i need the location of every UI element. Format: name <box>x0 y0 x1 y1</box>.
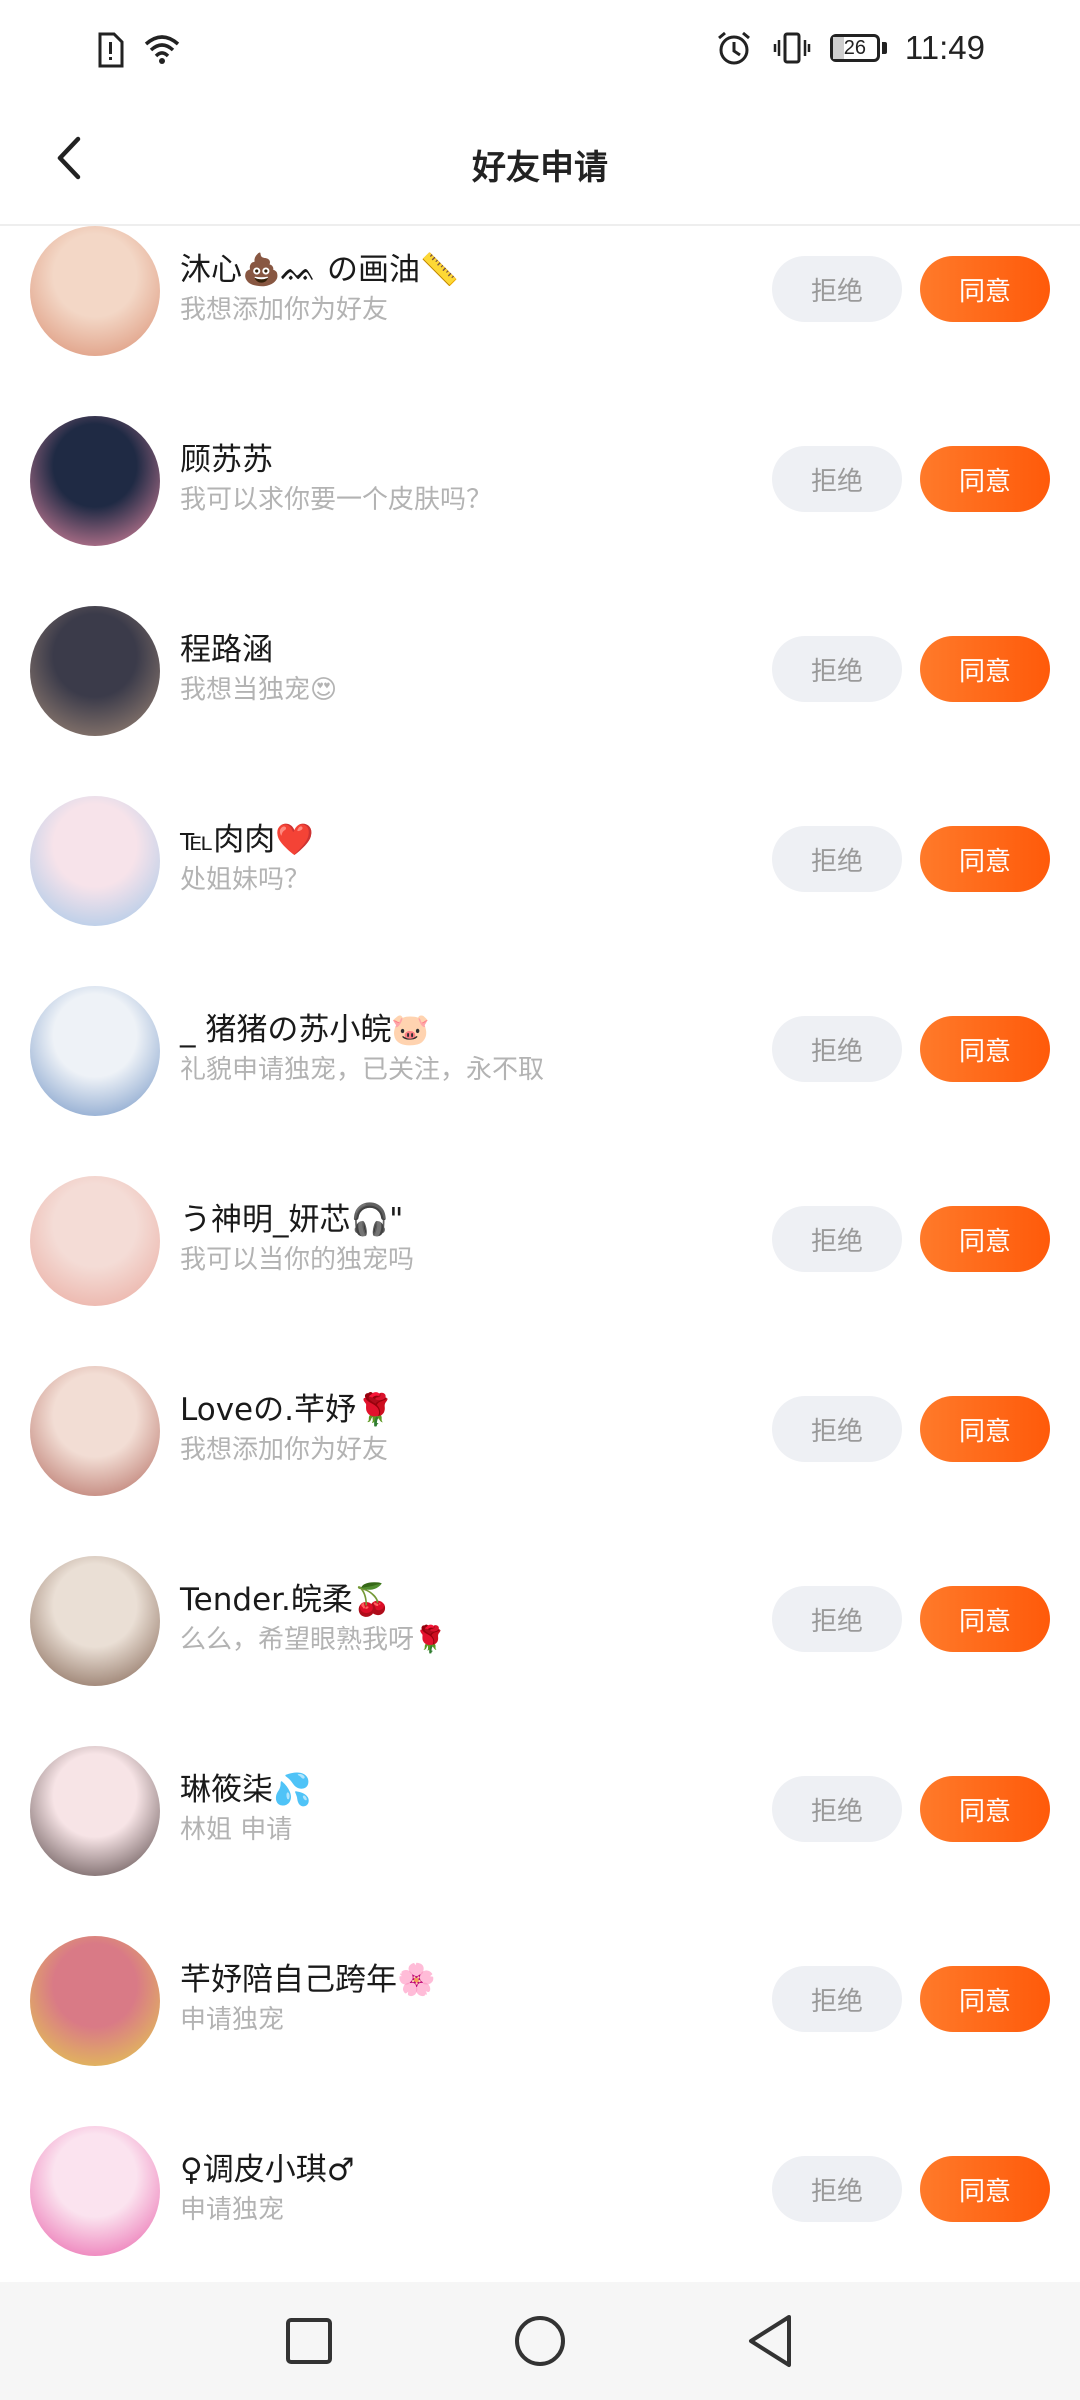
request-message: 申请独宠 <box>180 2005 285 2035</box>
alarm-icon <box>714 28 754 68</box>
accept-button[interactable]: 同意 <box>920 1776 1050 1842</box>
friend-request-row: 程路涵我想当独宠😍 拒绝 同意 <box>0 606 1080 796</box>
friend-request-row: 沐心💩ᨐ の画油📏 我想添加你为好友 拒绝 同意 <box>0 226 1080 416</box>
reject-button[interactable]: 拒绝 <box>772 1396 902 1462</box>
requester-name: 顾苏苏 <box>180 442 273 478</box>
friend-request-list[interactable]: 沐心💩ᨐ の画油📏 我想添加你为好友 拒绝 同意 顾苏苏 我可以求你要一个皮肤吗？ 拒绝 同意… <box>0 226 1080 2316</box>
accept-button[interactable]: 同意 <box>920 256 1050 322</box>
battery-body: 26 <box>829 34 880 62</box>
requester-name: _ 猪猪の苏小皖🐷 <box>180 1012 430 1048</box>
request-message: 我想当独宠😍 <box>180 675 338 705</box>
reject-button[interactable]: 拒绝 <box>772 826 902 892</box>
friend-request-row: _ 猪猪の苏小皖🐷 礼貌申请独宠，已关注，永不取 拒绝 同意 <box>0 986 1080 1176</box>
accept-button[interactable]: 同意 <box>920 636 1050 702</box>
avatar[interactable] <box>30 1556 160 1686</box>
request-message: 我可以求你要一个皮肤吗？ <box>180 485 493 515</box>
requester-name: Loveの.芊妤🌹 <box>180 1392 395 1428</box>
header: 好友申请 <box>0 100 1080 226</box>
recent-apps-button[interactable] <box>274 2306 344 2376</box>
accept-button[interactable]: 同意 <box>920 1206 1050 1272</box>
avatar[interactable] <box>30 226 160 356</box>
request-message: 礼貌申请独宠，已关注，永不取 <box>180 1055 545 1085</box>
friend-request-row: う神明_妍芯🎧" 我可以当你的独宠吗 拒绝 同意 <box>0 1176 1080 1366</box>
sim-alert-icon <box>90 30 130 70</box>
avatar[interactable] <box>30 1746 160 1876</box>
request-message: 申请独宠 <box>180 2195 285 2225</box>
accept-button[interactable]: 同意 <box>920 2156 1050 2222</box>
status-icons-right: 26 11:49 <box>714 28 985 68</box>
avatar[interactable] <box>30 1366 160 1496</box>
requester-name: う神明_妍芯🎧" <box>180 1202 404 1238</box>
avatar[interactable] <box>30 606 160 736</box>
friend-request-row: 琳筱柒💦 林姐 申请 拒绝 同意 <box>0 1746 1080 1936</box>
clock: 11:49 <box>904 29 985 66</box>
home-icon <box>515 2316 565 2366</box>
reject-button[interactable]: 拒绝 <box>772 1966 902 2032</box>
accept-button[interactable]: 同意 <box>920 826 1050 892</box>
battery-icon: 26 <box>829 34 887 62</box>
accept-button[interactable]: 同意 <box>920 1966 1050 2032</box>
reject-button[interactable]: 拒绝 <box>772 1586 902 1652</box>
system-nav-bar <box>0 2282 1080 2400</box>
avatar[interactable] <box>30 1936 160 2066</box>
friend-request-row: 芊妤陪自己跨年🌸 申请独宠 拒绝 同意 <box>0 1936 1080 2126</box>
back-icon <box>749 2315 791 2367</box>
request-message: 我可以当你的独宠吗 <box>180 1245 415 1275</box>
requester-name: 琳筱柒💦 <box>180 1772 312 1808</box>
avatar[interactable] <box>30 416 160 546</box>
home-button[interactable] <box>505 2306 575 2376</box>
wifi-icon <box>142 30 182 70</box>
vibrate-icon <box>772 28 812 68</box>
page-title: 好友申请 <box>472 148 608 188</box>
friend-request-row: ℡肉肉❤️ 处姐妹吗？ 拒绝 同意 <box>0 796 1080 986</box>
avatar[interactable] <box>30 796 160 926</box>
avatar[interactable] <box>30 986 160 1116</box>
friend-request-row: Loveの.芊妤🌹 我想添加你为好友 拒绝 同意 <box>0 1366 1080 1556</box>
status-icons-left <box>90 30 182 70</box>
battery-level: 26 <box>843 36 866 59</box>
requester-name: 沐心💩ᨐ の画油📏 <box>180 252 459 288</box>
request-message: 么么，希望眼熟我呀🌹 <box>180 1625 447 1655</box>
friend-request-row: Tender.皖柔🍒 么么，希望眼熟我呀🌹 拒绝 同意 <box>0 1556 1080 1746</box>
accept-button[interactable]: 同意 <box>920 1396 1050 1462</box>
accept-button[interactable]: 同意 <box>920 1016 1050 1082</box>
friend-request-row: 顾苏苏我可以求你要一个皮肤吗？ 拒绝 同意 <box>0 416 1080 606</box>
reject-button[interactable]: 拒绝 <box>772 1016 902 1082</box>
requester-name: ℡肉肉❤️ <box>180 822 314 858</box>
reject-button[interactable]: 拒绝 <box>772 2156 902 2222</box>
request-message: 林姐 申请 <box>180 1815 293 1845</box>
request-message: 我想添加你为好友 <box>180 1435 389 1465</box>
avatar[interactable] <box>30 1176 160 1306</box>
reject-button[interactable]: 拒绝 <box>772 636 902 702</box>
nav-back-button[interactable] <box>735 2306 805 2376</box>
reject-button[interactable]: 拒绝 <box>772 1206 902 1272</box>
reject-button[interactable]: 拒绝 <box>772 256 902 322</box>
request-message: 我想添加你为好友 <box>180 295 389 325</box>
reject-button[interactable]: 拒绝 <box>772 446 902 512</box>
requester-name: 芊妤陪自己跨年🌸 <box>180 1962 436 1998</box>
accept-button[interactable]: 同意 <box>920 1586 1050 1652</box>
status-bar: 26 11:49 <box>0 0 1080 100</box>
recent-apps-icon <box>286 2318 332 2364</box>
avatar[interactable] <box>30 2126 160 2256</box>
reject-button[interactable]: 拒绝 <box>772 1776 902 1842</box>
battery-fill <box>832 37 845 59</box>
battery-tip <box>881 42 887 54</box>
requester-name: Tender.皖柔🍒 <box>180 1582 392 1618</box>
requester-name: 程路涵 <box>180 632 273 668</box>
accept-button[interactable]: 同意 <box>920 446 1050 512</box>
request-message: 处姐妹吗？ <box>180 865 311 895</box>
requester-name: ♀调皮小琪♂ <box>180 2152 355 2188</box>
